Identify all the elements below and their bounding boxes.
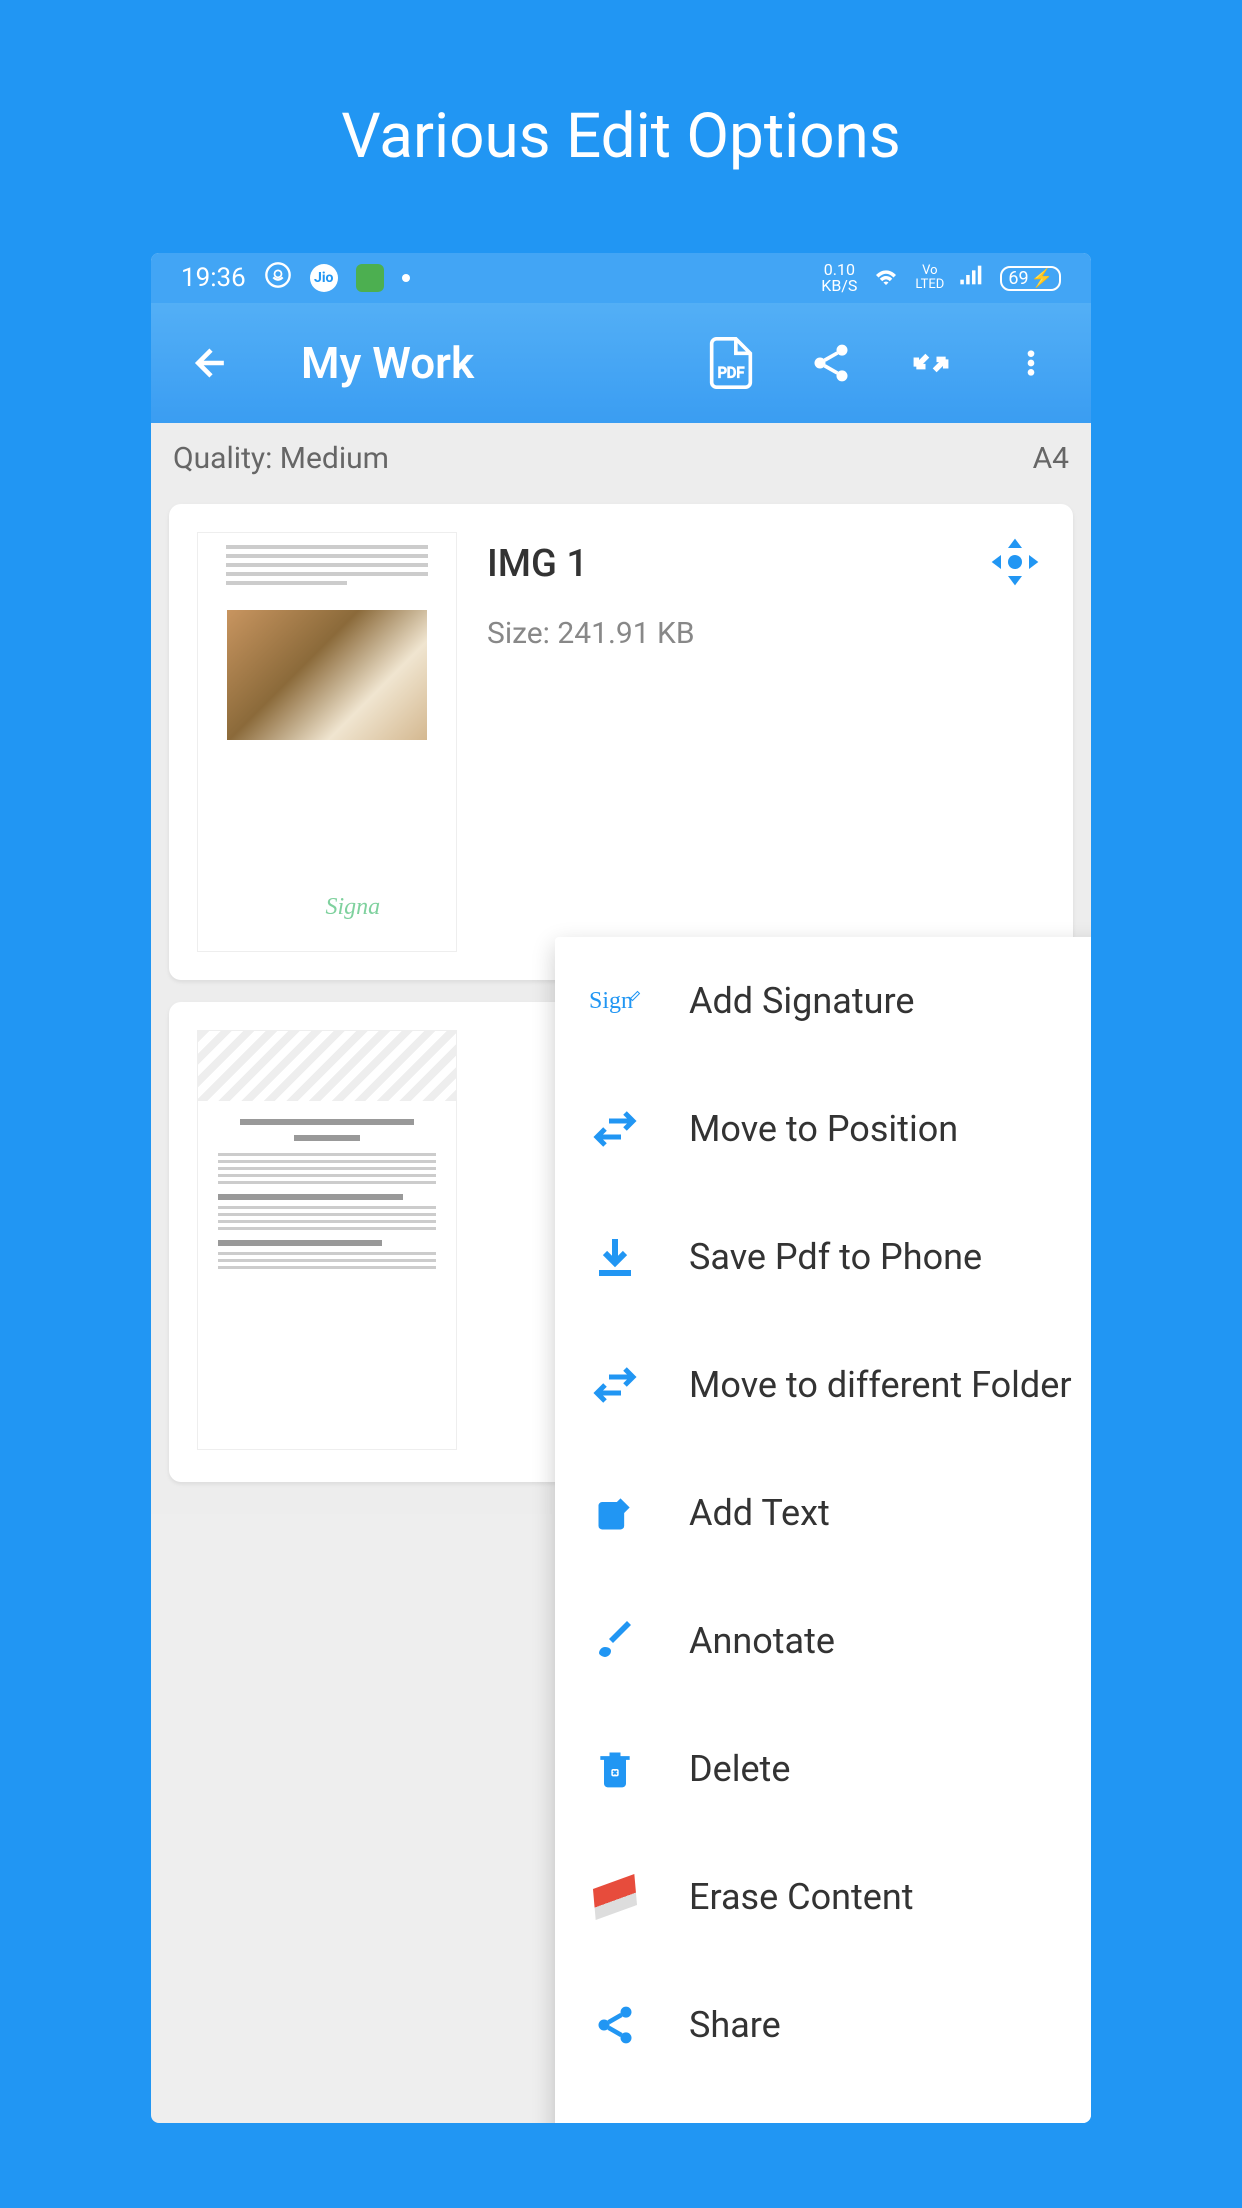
menu-compress[interactable]: Compress <box>555 2089 1091 2123</box>
more-button[interactable] <box>1001 333 1061 393</box>
menu-annotate[interactable]: Annotate <box>555 1577 1091 1705</box>
jio-icon: Jio <box>310 264 338 292</box>
volte-indicator: VoLTED <box>915 264 944 293</box>
battery-indicator: 69⚡ <box>1000 266 1061 291</box>
menu-label: Add Signature <box>689 980 914 1022</box>
paper-size-label: A4 <box>1033 441 1069 476</box>
signature-icon: Sign <box>589 975 641 1027</box>
swap-icon <box>589 1103 641 1155</box>
swap-icon <box>589 1359 641 1411</box>
eraser-icon <box>589 1871 641 1923</box>
context-menu: Sign Add Signature Move to Position Save… <box>555 937 1091 2123</box>
download-icon <box>589 1231 641 1283</box>
share-icon <box>589 1999 641 2051</box>
menu-share[interactable]: Share <box>555 1961 1091 2089</box>
menu-add-text[interactable]: Add Text <box>555 1449 1091 1577</box>
menu-label: Move to different Folder <box>689 1364 1072 1406</box>
document-thumbnail: Signa <box>197 532 457 952</box>
edit-text-icon <box>589 1487 641 1539</box>
menu-label: Erase Content <box>689 1876 914 1918</box>
drag-handle-icon[interactable] <box>987 534 1043 594</box>
menu-label: Annotate <box>689 1620 835 1662</box>
menu-move-position[interactable]: Move to Position <box>555 1065 1091 1193</box>
menu-label: Delete <box>689 1748 790 1790</box>
app-bar: My Work PDF <box>151 303 1091 423</box>
app-badge-icon <box>356 264 384 292</box>
status-time: 19:36 <box>181 263 246 293</box>
pdf-button[interactable]: PDF <box>701 333 761 393</box>
promo-title: Various Edit Options <box>0 0 1242 253</box>
trash-icon <box>589 1743 641 1795</box>
phone-frame: 19:36 Jio 0.10 KB/S VoLTED 69⚡ <box>151 253 1091 2123</box>
svg-text:PDF: PDF <box>718 365 745 382</box>
menu-move-folder[interactable]: Move to different Folder <box>555 1321 1091 1449</box>
dot-icon <box>402 274 410 282</box>
document-name: IMG 1 <box>487 542 1045 586</box>
menu-add-signature[interactable]: Sign Add Signature <box>555 937 1091 1065</box>
info-bar: Quality: Medium A4 <box>151 423 1091 494</box>
menu-label: Share <box>689 2004 781 2046</box>
document-card[interactable]: Signa IMG 1 Size: 241.91 KB <box>169 504 1073 980</box>
collapse-button[interactable] <box>901 333 961 393</box>
page-title: My Work <box>301 337 474 389</box>
brush-icon <box>589 1615 641 1667</box>
signal-icon <box>958 261 986 296</box>
network-speed: 0.10 KB/S <box>821 262 857 294</box>
document-size: Size: 241.91 KB <box>487 616 1045 651</box>
menu-save-pdf[interactable]: Save Pdf to Phone <box>555 1193 1091 1321</box>
back-button[interactable] <box>181 333 241 393</box>
document-thumbnail <box>197 1030 457 1450</box>
status-bar: 19:36 Jio 0.10 KB/S VoLTED 69⚡ <box>151 253 1091 303</box>
whatsapp-icon <box>264 261 292 296</box>
quality-label: Quality: Medium <box>173 441 389 476</box>
menu-label: Add Text <box>689 1492 830 1534</box>
menu-label: Move to Position <box>689 1108 958 1150</box>
menu-erase[interactable]: Erase Content <box>555 1833 1091 1961</box>
wifi-icon <box>871 260 901 297</box>
menu-label: Save Pdf to Phone <box>689 1236 982 1278</box>
menu-delete[interactable]: Delete <box>555 1705 1091 1833</box>
share-button[interactable] <box>801 333 861 393</box>
